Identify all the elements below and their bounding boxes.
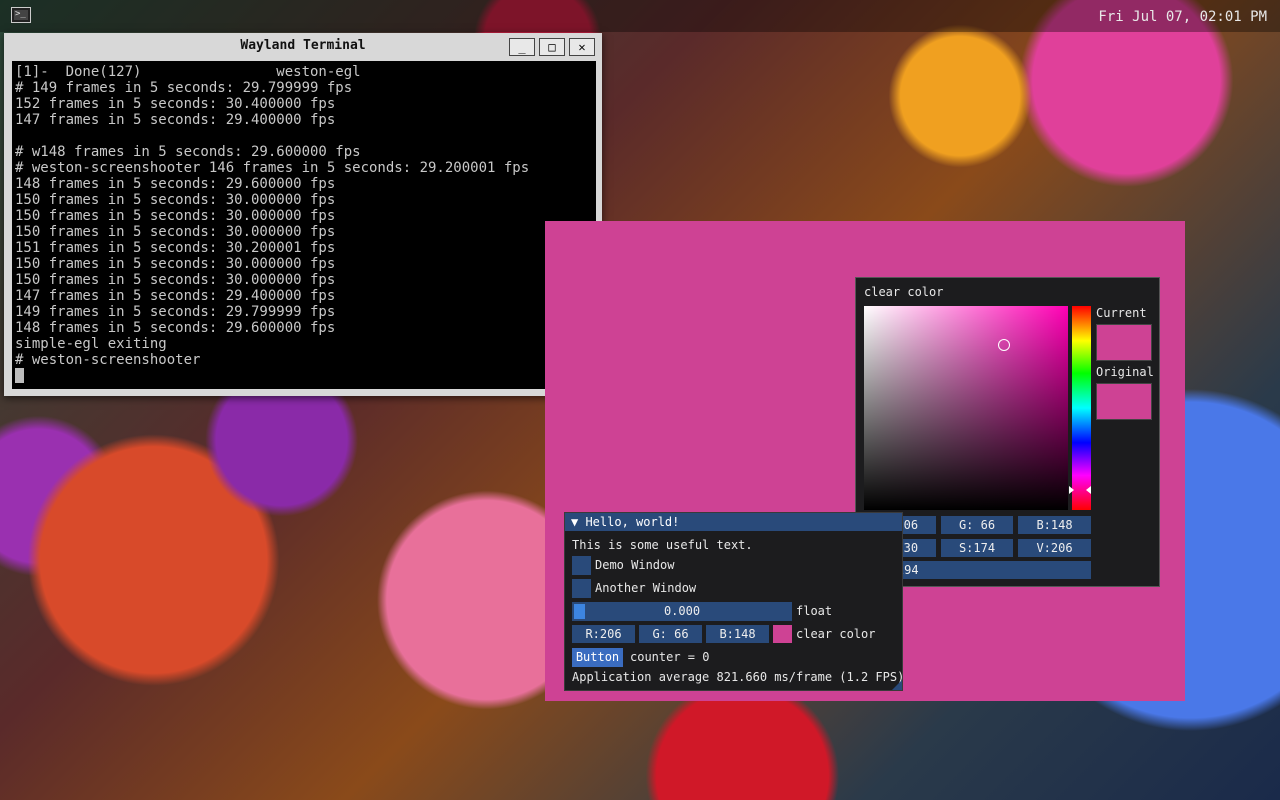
original-color-swatch[interactable] — [1096, 383, 1152, 420]
terminal-line: 149 frames in 5 seconds: 29.799999 fps — [15, 304, 336, 320]
blue-field[interactable]: B:148 — [1018, 516, 1091, 534]
hello-world-window: ▼ Hello, world! This is some useful text… — [564, 512, 905, 691]
terminal-line: simple-egl exiting — [15, 336, 167, 352]
original-label: Original — [1096, 365, 1154, 379]
green-field[interactable]: G: 66 — [639, 625, 702, 643]
terminal-cursor-line — [15, 368, 593, 384]
value-field[interactable]: V:206 — [1018, 539, 1091, 557]
terminal-line: 148 frames in 5 seconds: 29.600000 fps — [15, 320, 336, 336]
terminal-line: 147 frames in 5 seconds: 29.400000 fps — [15, 288, 336, 304]
clear-color-label: clear color — [796, 627, 876, 641]
maximize-button[interactable]: □ — [539, 38, 565, 56]
another-window-checkbox[interactable] — [572, 579, 591, 598]
counter-button[interactable]: Button — [572, 648, 623, 667]
blue-field[interactable]: B:148 — [706, 625, 769, 643]
current-label: Current — [1096, 306, 1147, 320]
text-cursor — [15, 368, 24, 383]
saturation-field[interactable]: S:174 — [941, 539, 1013, 557]
hue-marker-left[interactable] — [1069, 486, 1074, 494]
useful-text: This is some useful text. — [572, 538, 753, 552]
resize-grip[interactable] — [892, 680, 902, 690]
terminal-line: 150 frames in 5 seconds: 30.000000 fps — [15, 224, 336, 240]
terminal-line: [1]- Done(127) weston-egl — [15, 64, 361, 80]
saturation-value-square[interactable] — [864, 306, 1068, 510]
top-panel: >_ Fri Jul 07, 02:01 PM — [0, 0, 1280, 32]
terminal-line: 150 frames in 5 seconds: 30.000000 fps — [15, 208, 336, 224]
terminal-line: 152 frames in 5 seconds: 30.400000 fps — [15, 96, 336, 112]
hue-bar[interactable] — [1072, 306, 1091, 510]
demo-window-checkbox[interactable] — [572, 556, 591, 575]
terminal-line: 151 frames in 5 seconds: 30.200001 fps — [15, 240, 336, 256]
slider-label: float — [796, 604, 833, 618]
terminal-line: 147 frames in 5 seconds: 29.400000 fps — [15, 112, 336, 128]
float-slider[interactable]: 0.000 — [572, 602, 792, 621]
terminal-line: 150 frames in 5 seconds: 30.000000 fps — [15, 192, 336, 208]
terminal-launcher-icon[interactable]: >_ — [11, 7, 31, 23]
slider-value: 0.000 — [663, 604, 701, 618]
demo-window-label[interactable]: Demo Window — [595, 558, 674, 572]
terminal-line: 150 frames in 5 seconds: 30.000000 fps — [15, 272, 336, 288]
clock: Fri Jul 07, 02:01 PM — [1098, 9, 1267, 25]
counter-text: counter = 0 — [630, 650, 710, 664]
terminal-line: 148 frames in 5 seconds: 29.600000 fps — [15, 176, 336, 192]
current-color-swatch — [1096, 324, 1152, 361]
red-field[interactable]: R:206 — [572, 625, 635, 643]
sv-marker[interactable] — [998, 339, 1010, 351]
terminal-line: # w148 frames in 5 seconds: 29.600000 fp… — [15, 144, 361, 160]
terminal-line: # weston-screenshooter 146 frames in 5 s… — [15, 160, 530, 176]
minimize-button[interactable]: _ — [509, 38, 535, 56]
green-field[interactable]: G: 66 — [941, 516, 1013, 534]
terminal-line: 150 frames in 5 seconds: 30.000000 fps — [15, 256, 336, 272]
close-button[interactable]: ✕ — [569, 38, 595, 56]
terminal-window: Wayland Terminal _ □ ✕ [1]- Done(127) we… — [4, 33, 602, 396]
another-window-label[interactable]: Another Window — [595, 581, 696, 595]
picker-title: clear color — [864, 285, 944, 299]
color-swatch-button[interactable] — [773, 625, 792, 643]
hello-title-bar[interactable]: ▼ Hello, world! — [565, 513, 902, 531]
slider-grab[interactable] — [574, 604, 585, 619]
fps-text: Application average 821.660 ms/frame (1.… — [572, 670, 905, 684]
hue-marker-right[interactable] — [1086, 486, 1091, 494]
terminal-line: # weston-screenshooter — [15, 352, 201, 368]
terminal-line: # 149 frames in 5 seconds: 29.799999 fps — [15, 80, 353, 96]
terminal-output[interactable]: [1]- Done(127) weston-egl # 149 frames i… — [12, 61, 596, 389]
